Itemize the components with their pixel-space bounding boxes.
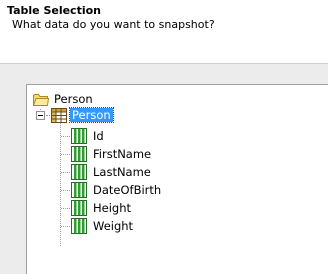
column-icon <box>71 200 87 216</box>
column-icon <box>71 128 87 144</box>
table-tree-view[interactable]: Person Person Id FirstName LastName Date… <box>26 84 328 274</box>
column-label: LastName <box>93 165 151 179</box>
tree-connector <box>61 208 70 209</box>
tree-node-column[interactable]: Weight <box>71 218 135 234</box>
column-icon <box>71 182 87 198</box>
folder-icon <box>33 93 49 106</box>
page-title: Table Selection <box>7 4 101 17</box>
tree-node-column[interactable]: FirstName <box>71 146 153 162</box>
table-icon <box>51 107 67 123</box>
tree-connector <box>61 226 70 227</box>
tree-node-label-selected: Person <box>69 107 114 123</box>
column-label: Height <box>93 201 132 215</box>
column-label: FirstName <box>93 147 152 161</box>
tree-node-column[interactable]: LastName <box>71 164 153 180</box>
wizard-header: Table Selection What data do you want to… <box>0 0 328 64</box>
tree-node-root[interactable]: Person <box>33 91 95 107</box>
collapse-toggle[interactable] <box>36 111 45 120</box>
tree-node-table[interactable]: Person <box>51 107 114 123</box>
tree-node-column[interactable]: Height <box>71 200 133 216</box>
column-label: Weight <box>93 219 134 233</box>
tree-node-column[interactable]: Id <box>71 128 106 144</box>
column-icon <box>71 218 87 234</box>
tree-connector <box>61 136 70 137</box>
tree-connector <box>61 154 70 155</box>
column-icon <box>71 146 87 162</box>
tree-node-label: Person <box>54 92 93 106</box>
tree-connector <box>61 172 70 173</box>
column-label: Id <box>93 129 104 143</box>
tree-connector <box>60 121 61 246</box>
column-icon <box>71 164 87 180</box>
column-label: DateOfBirth <box>93 183 162 197</box>
page-description: What data do you want to snapshot? <box>12 18 215 31</box>
tree-connector <box>61 190 70 191</box>
tree-connector <box>46 115 50 116</box>
tree-node-column[interactable]: DateOfBirth <box>71 182 163 198</box>
